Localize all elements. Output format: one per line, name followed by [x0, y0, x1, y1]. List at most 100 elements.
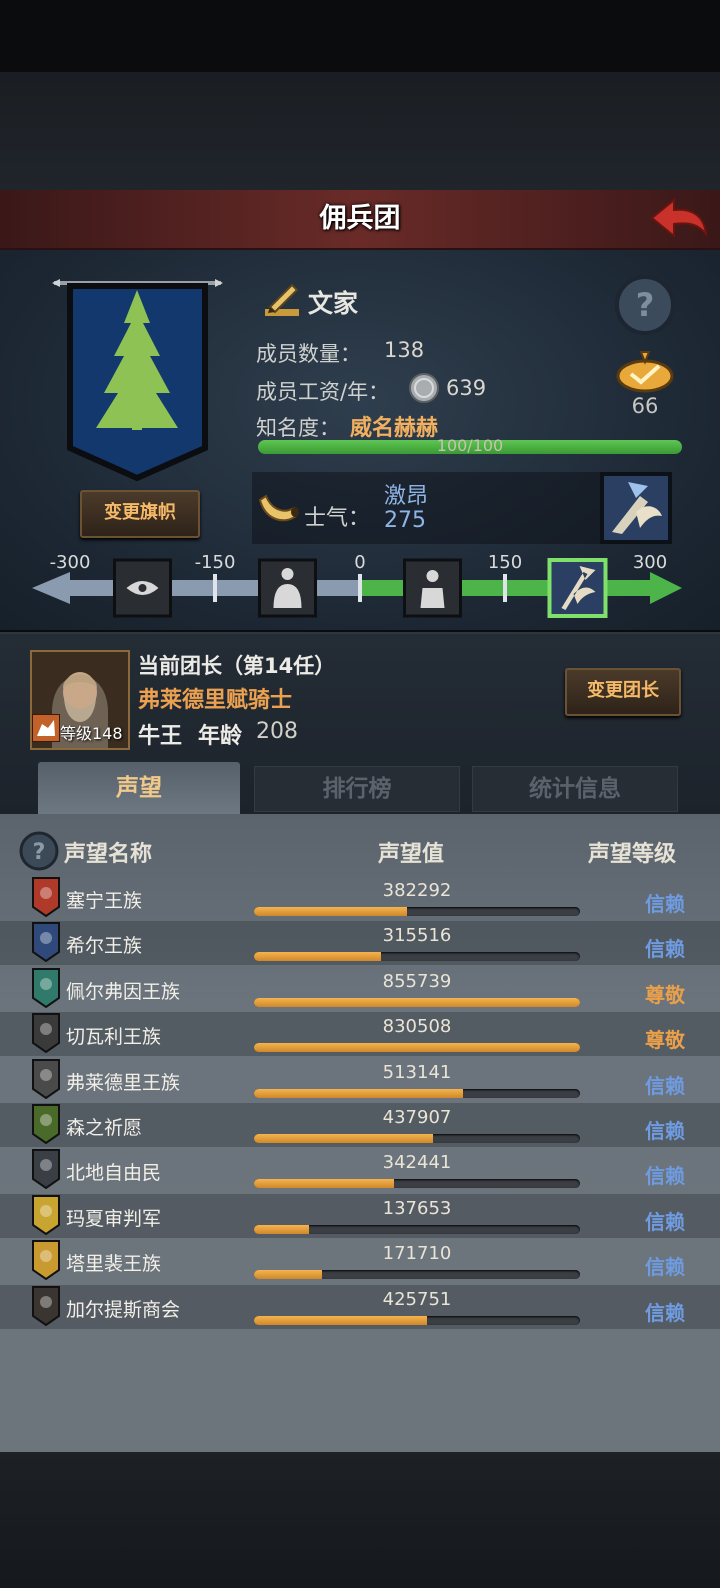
- faction-name: 玛夏审判军: [66, 1208, 162, 1230]
- faction-row[interactable]: 佩尔弗因王族 855739 尊敬: [0, 967, 720, 1011]
- fame-progress-text: 100/100: [436, 436, 504, 455]
- scale-tick-label: 0: [354, 552, 365, 573]
- emblem-count: 66: [631, 394, 659, 418]
- faction-name: 佩尔弗因王族: [66, 981, 181, 1003]
- change-leader-button[interactable]: 变更团长: [565, 668, 681, 716]
- faction-reputation-bar-fill: [254, 1225, 310, 1234]
- morale-low-icon[interactable]: [258, 558, 317, 618]
- list-help-icon[interactable]: ?: [18, 830, 60, 872]
- faction-reputation-level: 信赖: [645, 937, 685, 961]
- header-level: 声望等级: [588, 842, 677, 867]
- faction-crest-icon: [32, 968, 60, 1009]
- faction-row[interactable]: 北地自由民 342441 信赖: [0, 1148, 720, 1192]
- faction-reputation-level: 信赖: [645, 1301, 685, 1325]
- bottom-band: [0, 1452, 720, 1588]
- faction-reputation-level: 信赖: [645, 1119, 685, 1143]
- change-flag-button[interactable]: 变更旗帜: [80, 490, 200, 538]
- faction-row[interactable]: 塔里裴王族 171710 信赖: [0, 1239, 720, 1283]
- svg-text:?: ?: [33, 840, 46, 865]
- morale-label: 士气：: [304, 506, 371, 531]
- scale-tick-label: -300: [50, 552, 91, 573]
- faction-row[interactable]: 切瓦利王族 830508 尊敬: [0, 1012, 720, 1056]
- faction-row[interactable]: 加尔提斯商会 425751 信赖: [0, 1285, 720, 1329]
- emblem-icon[interactable]: [614, 350, 676, 398]
- top-band: [0, 72, 720, 190]
- faction-crest-icon: [32, 877, 60, 918]
- faction-reputation-bar-fill: [254, 1134, 434, 1143]
- faction-reputation-bar: [254, 907, 580, 916]
- quill-icon: [262, 279, 302, 319]
- faction-reputation-bar-fill: [254, 998, 580, 1007]
- faction-reputation-bar: [254, 1089, 580, 1098]
- faction-reputation-value: 171710: [382, 1243, 452, 1264]
- faction-crest-icon: [32, 1286, 60, 1327]
- faction-reputation-bar-fill: [254, 1270, 323, 1279]
- faction-reputation-bar: [254, 1316, 580, 1325]
- horn-icon: [256, 492, 300, 528]
- leader-badge-icon: [31, 713, 61, 743]
- faction-reputation-level: 信赖: [645, 1164, 685, 1188]
- faction-name: 森之祈愿: [66, 1117, 143, 1139]
- faction-reputation-value: 513141: [382, 1062, 452, 1083]
- salary-label: 成员工资/年：: [256, 380, 390, 404]
- faction-reputation-value: 342441: [382, 1152, 452, 1173]
- faction-reputation-bar: [254, 1134, 580, 1143]
- faction-reputation-level: 尊敬: [645, 1028, 685, 1052]
- faction-row[interactable]: 玛夏审判军 137653 信赖: [0, 1194, 720, 1238]
- faction-crest-icon: [32, 1059, 60, 1100]
- leader-heading: 当前团长（第14任）: [138, 654, 336, 678]
- faction-row[interactable]: 塞宁王族 382292 信赖: [0, 876, 720, 920]
- faction-row[interactable]: 森之祈愿 437907 信赖: [0, 1103, 720, 1147]
- faction-crest-icon: [32, 1195, 60, 1236]
- leader-age-value: 208: [256, 719, 298, 744]
- faction-reputation-level: 信赖: [645, 1074, 685, 1098]
- faction-reputation-bar-fill: [254, 1043, 580, 1052]
- faction-name: 加尔提斯商会: [66, 1299, 181, 1321]
- faction-name: 北地自由民: [66, 1162, 162, 1184]
- faction-name: 切瓦利王族: [66, 1026, 162, 1048]
- faction-crest-icon: [32, 1240, 60, 1281]
- help-icon[interactable]: ?: [614, 274, 676, 336]
- faction-crest-icon: [32, 922, 60, 963]
- silver-coin-icon: [408, 372, 440, 404]
- faction-reputation-value: 830508: [382, 1016, 452, 1037]
- leader-level: 等级148: [60, 724, 123, 743]
- faction-reputation-bar: [254, 1270, 580, 1279]
- faction-reputation-level: 信赖: [645, 1210, 685, 1234]
- faction-reputation-bar-fill: [254, 1179, 395, 1188]
- clan-banner: [50, 278, 225, 483]
- header-name: 声望名称: [64, 842, 153, 867]
- faction-crest-icon: [32, 1013, 60, 1054]
- faction-row[interactable]: 希尔王族 315516 信赖: [0, 921, 720, 965]
- faction-name: 希尔王族: [66, 935, 143, 957]
- tab-reputation[interactable]: 声望: [38, 762, 240, 814]
- tab-ranking[interactable]: 排行榜: [254, 766, 460, 812]
- faction-reputation-bar-fill: [254, 1089, 463, 1098]
- scale-tick: [503, 574, 507, 602]
- morale-high-icon[interactable]: [547, 558, 608, 618]
- morale-status-icon[interactable]: [600, 472, 672, 544]
- salary-value: 639: [446, 376, 487, 400]
- faction-reputation-bar: [254, 1179, 580, 1188]
- leader-title: 牛王: [138, 724, 183, 749]
- faction-reputation-value: 137653: [382, 1198, 452, 1219]
- faction-row[interactable]: 弗莱德里王族 513141 信赖: [0, 1058, 720, 1102]
- morale-despair-icon[interactable]: [113, 558, 172, 618]
- members-label: 成员数量：: [256, 342, 361, 366]
- leader-age-label: 年龄: [198, 724, 243, 749]
- back-button[interactable]: [648, 196, 710, 242]
- tab-statistics[interactable]: 统计信息: [472, 766, 678, 812]
- scale-tick-label: -150: [195, 552, 236, 573]
- faction-reputation-value: 425751: [382, 1289, 452, 1310]
- faction-reputation-value: 315516: [382, 925, 452, 946]
- morale-normal-icon[interactable]: [403, 558, 462, 618]
- faction-reputation-bar: [254, 1043, 580, 1052]
- faction-reputation-value: 437907: [382, 1107, 452, 1128]
- scale-tick: [213, 574, 217, 602]
- scale-tick-label: 150: [488, 552, 522, 573]
- faction-name: 塞宁王族: [66, 890, 143, 912]
- faction-reputation-value: 382292: [382, 880, 452, 901]
- faction-reputation-level: 尊敬: [645, 983, 685, 1007]
- clan-name: 文家: [308, 289, 359, 318]
- morale-scale: -300 -150 0 150 300: [30, 548, 690, 624]
